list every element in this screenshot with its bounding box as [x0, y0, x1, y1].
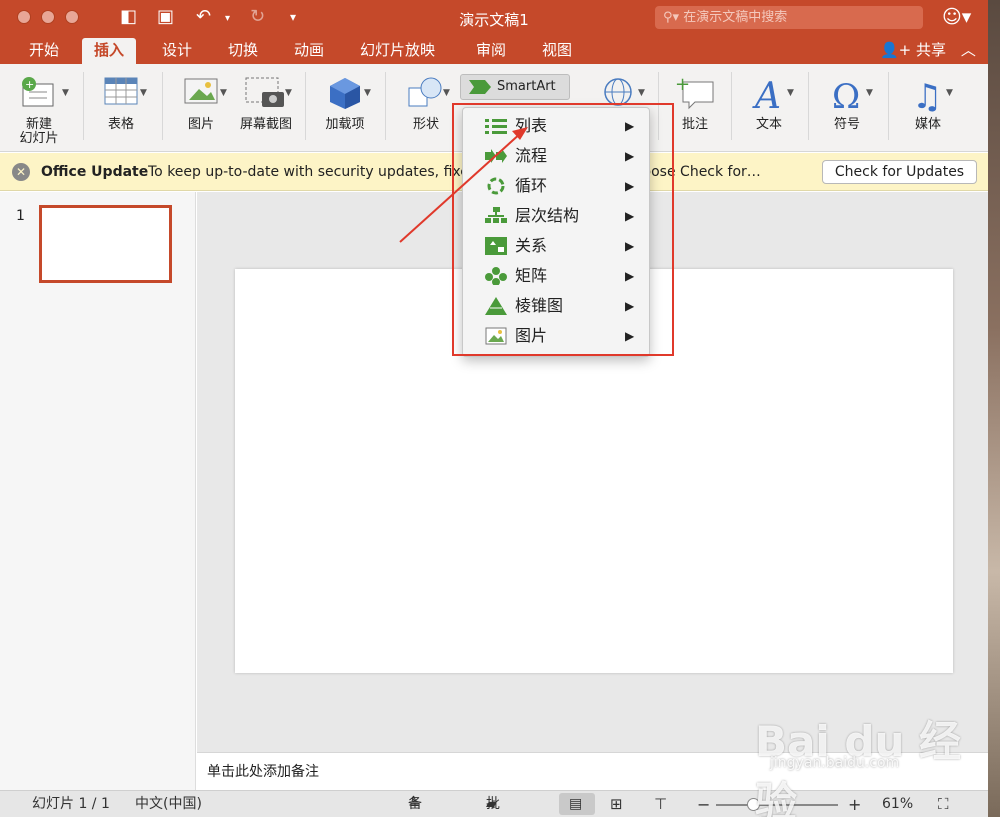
screenshot-label: 屏幕截图 [239, 117, 292, 132]
svg-text:+: + [675, 76, 690, 95]
share-label: 共享 [916, 41, 947, 59]
tab-design[interactable]: 设计 [150, 38, 204, 64]
new-slide-label: 新建 幻灯片 [8, 118, 70, 146]
presenter-view-icon[interactable]: ⊤ [654, 791, 667, 817]
baidu-watermark-url: jingyan.baidu.com [770, 755, 900, 771]
slide-sorter-icon[interactable]: ⊞ [610, 791, 623, 817]
screenshot-dropdown-icon[interactable]: ▼ [285, 88, 292, 98]
new-slide-text: 新建 幻灯片 [19, 117, 59, 146]
add-person-icon: 👤+ [880, 41, 912, 59]
search-input[interactable]: ⚲▾ 在演示文稿中搜索 [655, 6, 923, 29]
text-button[interactable]: A 文本 [738, 64, 800, 152]
pictures-label: 图片 [187, 117, 214, 132]
new-slide-button[interactable]: + 新建 幻灯片 [8, 64, 70, 152]
check-for-updates-button[interactable]: Check for Updates [822, 160, 977, 184]
collapse-ribbon-icon[interactable]: ︿ [961, 41, 976, 59]
ribbon-tabs: 开始 插入 设计 切换 动画 幻灯片放映 审阅 视图 👤+ 共享 ︿ [0, 36, 988, 64]
slide-count: 幻灯片 1 / 1 [32, 796, 110, 812]
tab-view[interactable]: 视图 [530, 38, 584, 64]
pictures-button[interactable]: 图片 [170, 64, 232, 152]
shapes-dropdown-icon[interactable]: ▼ [443, 88, 450, 98]
tab-home[interactable]: 开始 [17, 38, 71, 64]
slide-thumbnail[interactable] [39, 205, 172, 283]
shapes-label: 形状 [412, 117, 439, 132]
tab-slideshow[interactable]: 幻灯片放映 [348, 38, 447, 64]
slide-number: 1 [16, 208, 25, 224]
screenshot-icon [245, 77, 284, 107]
tab-animations[interactable]: 动画 [282, 38, 336, 64]
screenshot-button[interactable]: 屏幕截图 [234, 64, 298, 152]
search-placeholder: 在演示文稿中搜索 [683, 10, 788, 25]
ribbon-separator [385, 72, 386, 140]
feedback-smiley-icon[interactable]: ☺▾ [942, 6, 971, 28]
notes-toggle-label: 备注 [408, 796, 422, 812]
shapes-button[interactable]: 形状 [395, 64, 457, 152]
shapes-icon [408, 77, 442, 107]
update-title: Office Update [41, 164, 149, 180]
links-dropdown-icon[interactable]: ▼ [638, 88, 645, 98]
comments-toggle-label: 批注 [486, 796, 500, 812]
tab-transitions[interactable]: 切换 [216, 38, 270, 64]
text-label: 文本 [755, 117, 782, 132]
svg-text:Ω: Ω [832, 77, 860, 112]
table-dropdown-icon[interactable]: ▼ [140, 88, 147, 98]
symbol-button[interactable]: Ω 符号 [818, 64, 876, 152]
language-indicator[interactable]: 中文(中国) [135, 791, 202, 817]
svg-text:♫: ♫ [912, 77, 942, 112]
omega-icon: Ω [832, 77, 860, 112]
comment-icon: + [675, 76, 714, 110]
zoom-out-icon[interactable]: − [697, 791, 710, 817]
symbol-label: 符号 [833, 117, 860, 132]
media-button[interactable]: ♫ 媒体 [898, 64, 958, 152]
text-dropdown-icon[interactable]: ▼ [787, 88, 794, 98]
svg-text:A: A [752, 76, 781, 112]
addins-cube-icon [330, 78, 360, 109]
table-icon [104, 77, 138, 105]
picture-icon [184, 78, 218, 104]
table-button[interactable]: 表格 [92, 64, 150, 152]
symbol-dropdown-icon[interactable]: ▼ [866, 88, 873, 98]
addins-dropdown-icon[interactable]: ▼ [364, 88, 371, 98]
share-button[interactable]: 👤+ 共享 ︿ [880, 39, 976, 60]
media-label: 媒体 [914, 117, 941, 132]
ribbon-separator [162, 72, 163, 140]
ribbon-separator [83, 72, 84, 140]
ribbon-separator [888, 72, 889, 140]
table-label: 表格 [107, 117, 134, 132]
highlight-box [452, 103, 674, 356]
powerpoint-window: ◧ ▣ ↶ ▾ ↻ ▾ 演示文稿1 ⚲▾ 在演示文稿中搜索 ☺▾ 开始 插入 设… [0, 0, 988, 817]
smartart-button[interactable]: SmartArt ▼ [460, 74, 570, 117]
tab-insert[interactable]: 插入 [82, 38, 137, 64]
slide-thumbnail-pane: 1 [0, 192, 196, 790]
ribbon-separator [305, 72, 306, 140]
text-a-icon: A [752, 76, 781, 112]
desktop-background [988, 0, 1000, 817]
smartart-label: SmartArt [497, 79, 556, 94]
ribbon-separator [808, 72, 809, 140]
pictures-dropdown-icon[interactable]: ▼ [220, 88, 227, 98]
svg-text:+: + [25, 78, 34, 91]
normal-view-icon: ▤ [569, 796, 583, 812]
ribbon-separator [731, 72, 732, 140]
music-note-icon: ♫ [912, 77, 942, 112]
addins-label: 加载项 [325, 117, 365, 132]
title-bar: ◧ ▣ ↶ ▾ ↻ ▾ 演示文稿1 ⚲▾ 在演示文稿中搜索 ☺▾ [0, 0, 988, 36]
addins-button[interactable]: 加载项 [314, 64, 376, 152]
close-icon[interactable]: ✕ [12, 163, 30, 181]
new-slide-icon: + [22, 77, 54, 107]
search-icon: ⚲▾ [663, 10, 684, 25]
tab-review[interactable]: 审阅 [464, 38, 518, 64]
media-dropdown-icon[interactable]: ▼ [946, 88, 953, 98]
smartart-icon [469, 80, 491, 94]
new-slide-dropdown-icon[interactable]: ▼ [62, 88, 69, 98]
